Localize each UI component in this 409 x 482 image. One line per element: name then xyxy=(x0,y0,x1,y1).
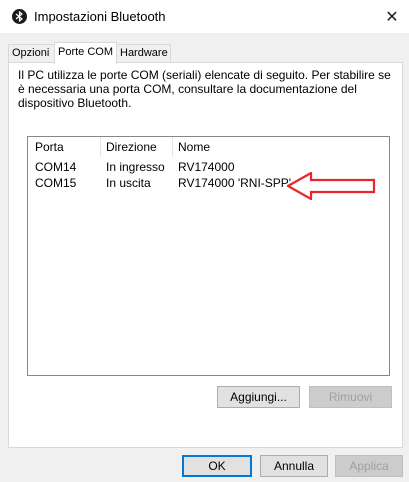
cell-nome: RV174000 'RNI-SPP' xyxy=(178,176,292,190)
column-header-porta[interactable]: Porta xyxy=(35,140,64,154)
column-header-direzione[interactable]: Direzione xyxy=(106,140,157,154)
title-bar: Impostazioni Bluetooth ✕ xyxy=(0,0,409,33)
column-separator[interactable] xyxy=(172,137,173,157)
close-icon: ✕ xyxy=(385,8,399,26)
cell-direzione: In ingresso xyxy=(106,160,165,174)
cell-porta: COM14 xyxy=(35,160,77,174)
apply-button[interactable]: Applica xyxy=(335,455,403,477)
tab-hardware[interactable]: Hardware xyxy=(116,44,171,62)
ok-button[interactable]: OK xyxy=(182,455,252,477)
tab-porte-com[interactable]: Porte COM xyxy=(54,42,117,64)
add-button[interactable]: Aggiungi... xyxy=(217,386,300,408)
window-title: Impostazioni Bluetooth xyxy=(34,9,166,24)
remove-button[interactable]: Rimuovi xyxy=(309,386,392,408)
cell-direzione: In uscita xyxy=(106,176,151,190)
cancel-button[interactable]: Annulla xyxy=(260,455,328,477)
list-header: Porta Direzione Nome xyxy=(28,137,389,157)
red-arrow-annotation xyxy=(287,172,376,200)
bluetooth-icon xyxy=(12,9,27,24)
tab-opzioni[interactable]: Opzioni xyxy=(8,44,55,62)
cell-porta: COM15 xyxy=(35,176,77,190)
cell-nome: RV174000 xyxy=(178,160,235,174)
description-text: Il PC utilizza le porte COM (seriali) el… xyxy=(18,68,391,110)
column-header-nome[interactable]: Nome xyxy=(178,140,210,154)
column-separator[interactable] xyxy=(100,137,101,157)
bluetooth-settings-dialog: Impostazioni Bluetooth ✕ Opzioni Porte C… xyxy=(0,0,409,482)
close-button[interactable]: ✕ xyxy=(375,0,409,33)
